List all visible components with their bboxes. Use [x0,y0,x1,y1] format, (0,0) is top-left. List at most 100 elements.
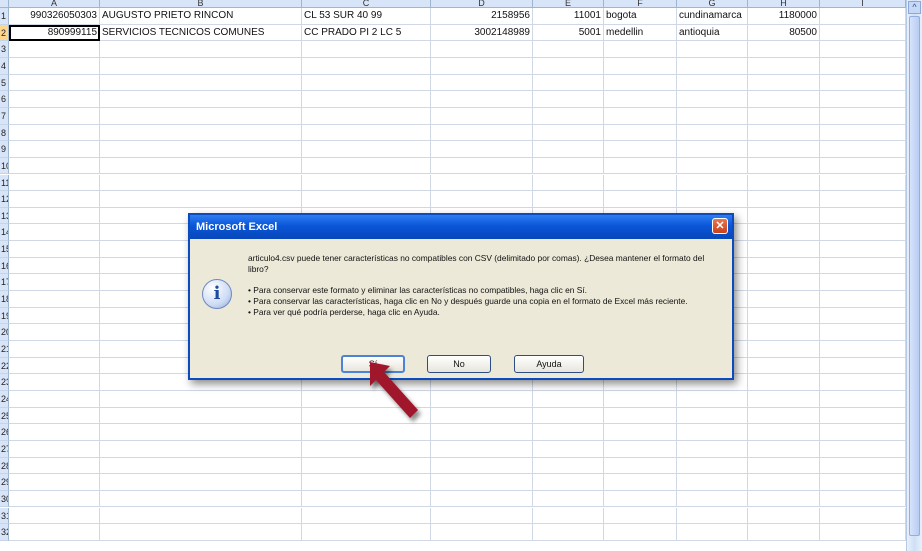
cell[interactable] [604,41,677,58]
cell[interactable] [533,91,604,108]
cell[interactable] [9,374,100,391]
cell[interactable] [748,157,820,175]
cell[interactable]: AUGUSTO PRIETO RINCON [100,8,302,25]
cell[interactable]: CL 53 SUR 40 99 [302,8,431,25]
cell[interactable] [604,490,677,508]
cell[interactable] [604,157,677,175]
cell[interactable] [302,490,431,508]
cell[interactable] [533,107,604,125]
cell[interactable] [820,341,906,358]
cell[interactable] [100,107,302,125]
cell[interactable] [604,191,677,208]
cell[interactable] [9,91,100,108]
cell[interactable] [677,474,748,491]
column-header-e[interactable]: E [533,0,604,8]
cell[interactable] [9,57,100,75]
row-header[interactable]: 1 [0,8,9,25]
cell[interactable] [533,490,604,508]
select-all-corner[interactable] [0,0,9,8]
cell[interactable] [604,424,677,441]
cell[interactable]: SERVICIOS TECNICOS COMUNES [100,24,302,42]
cell[interactable] [820,174,906,192]
cell[interactable]: 11001 [533,8,604,25]
cell[interactable]: 5001 [533,24,604,42]
cell[interactable] [302,507,431,525]
cell[interactable] [100,141,302,158]
cell[interactable] [100,390,302,408]
cell[interactable] [748,357,820,375]
cell[interactable] [302,124,431,142]
cell[interactable] [748,107,820,125]
cell[interactable] [302,440,431,458]
cell[interactable] [820,224,906,242]
cell[interactable] [431,157,533,175]
row-header[interactable]: 12 [0,191,9,208]
cell[interactable] [604,91,677,108]
row-header[interactable]: 18 [0,291,9,308]
cell[interactable] [677,174,748,192]
cell[interactable] [533,41,604,58]
cell[interactable] [820,407,906,425]
row-header[interactable]: 10 [0,157,9,175]
cell[interactable] [302,107,431,125]
cell[interactable]: bogota [604,8,677,25]
cell[interactable] [748,124,820,142]
cell[interactable] [302,157,431,175]
cell[interactable] [604,107,677,125]
cell[interactable] [677,157,748,175]
cell[interactable] [748,374,820,391]
cell[interactable] [431,174,533,192]
cell[interactable] [820,191,906,208]
cell[interactable]: 1180000 [748,8,820,25]
cell[interactable] [677,440,748,458]
cell[interactable] [9,241,100,258]
cell[interactable] [100,407,302,425]
row-header[interactable]: 23 [0,374,9,391]
cell[interactable] [9,424,100,441]
cell[interactable] [820,157,906,175]
cell[interactable] [533,440,604,458]
row-header[interactable]: 31 [0,507,9,525]
row-header[interactable]: 16 [0,257,9,275]
scrollbar-thumb[interactable] [909,16,920,536]
cell[interactable] [100,507,302,525]
cell[interactable] [820,457,906,475]
cell[interactable] [100,57,302,75]
cell[interactable] [748,324,820,341]
column-header-c[interactable]: C [302,0,431,8]
cell[interactable] [533,474,604,491]
cell[interactable] [9,457,100,475]
cell[interactable] [820,257,906,275]
cell[interactable] [820,24,906,42]
cell[interactable] [302,57,431,75]
cell[interactable] [431,107,533,125]
cell[interactable] [820,474,906,491]
scroll-up-arrow-icon[interactable]: ^ [908,1,921,14]
cell[interactable] [604,524,677,541]
close-icon[interactable]: ✕ [712,218,728,234]
cell[interactable] [677,407,748,425]
cell[interactable]: medellin [604,24,677,42]
cell[interactable] [748,41,820,58]
cell[interactable] [820,307,906,325]
cell[interactable] [431,457,533,475]
cell[interactable] [604,507,677,525]
cell[interactable] [9,490,100,508]
cell[interactable] [431,524,533,541]
cell[interactable] [100,424,302,441]
row-header[interactable]: 4 [0,57,9,75]
cell[interactable] [748,191,820,208]
cell[interactable] [820,324,906,341]
cell[interactable] [604,440,677,458]
cell[interactable] [677,74,748,92]
cell[interactable] [748,207,820,225]
cell[interactable] [748,91,820,108]
cell[interactable] [748,224,820,242]
cell[interactable] [748,440,820,458]
cell[interactable] [431,507,533,525]
cell[interactable] [533,157,604,175]
help-button[interactable]: Ayuda [514,355,584,373]
cell[interactable] [748,174,820,192]
cell[interactable] [820,124,906,142]
cell[interactable] [533,57,604,75]
